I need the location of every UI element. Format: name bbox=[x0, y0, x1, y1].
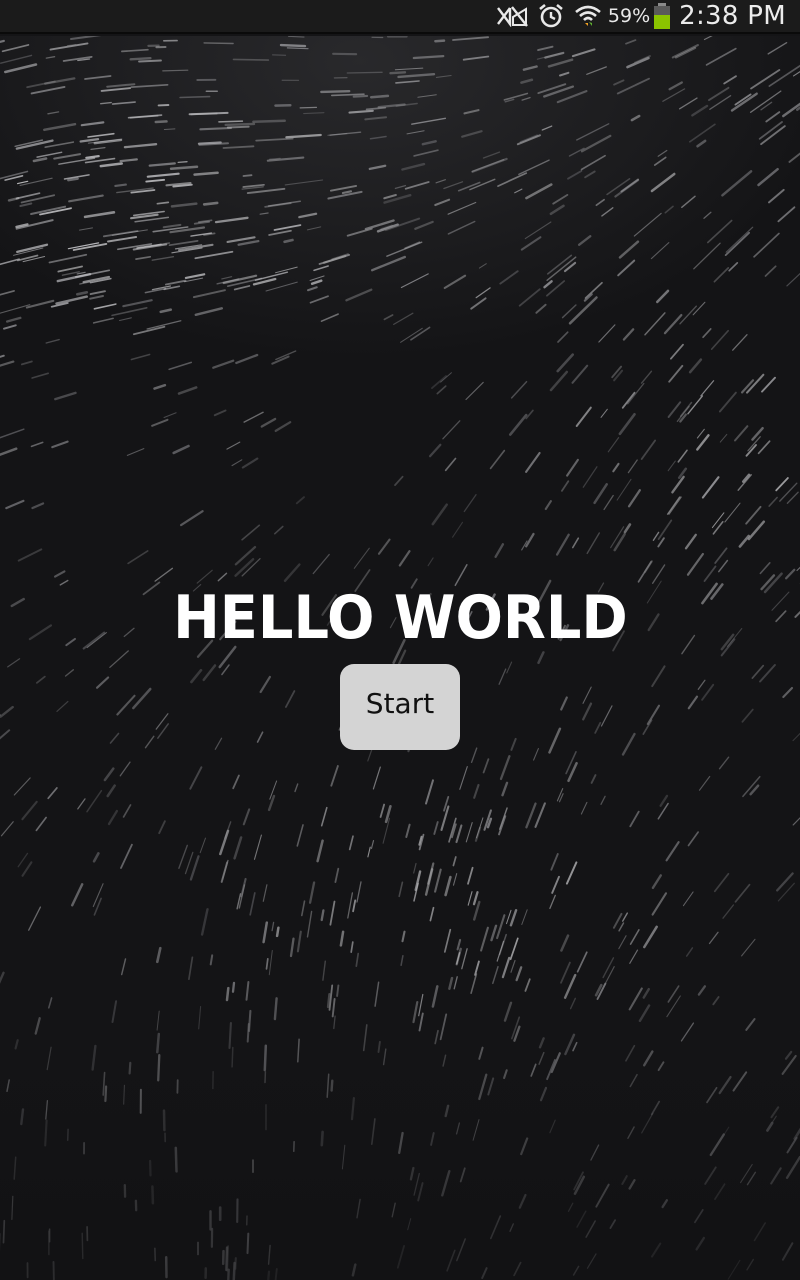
status-bar: 59% 2:38 PM bbox=[0, 0, 800, 34]
page-title: HELLO WORLD bbox=[172, 583, 628, 653]
battery-percent: 59% bbox=[607, 5, 651, 27]
clock: 2:38 PM bbox=[679, 1, 786, 31]
app-screen: 59% 2:38 PM HELLO WORLD Start bbox=[0, 0, 800, 1280]
wifi-icon bbox=[574, 0, 602, 33]
start-button[interactable]: Start bbox=[340, 664, 460, 750]
alarm-icon bbox=[538, 0, 564, 33]
battery-icon bbox=[653, 0, 671, 33]
no-signal-icon bbox=[496, 0, 528, 33]
main-content: HELLO WORLD Start bbox=[0, 580, 800, 750]
